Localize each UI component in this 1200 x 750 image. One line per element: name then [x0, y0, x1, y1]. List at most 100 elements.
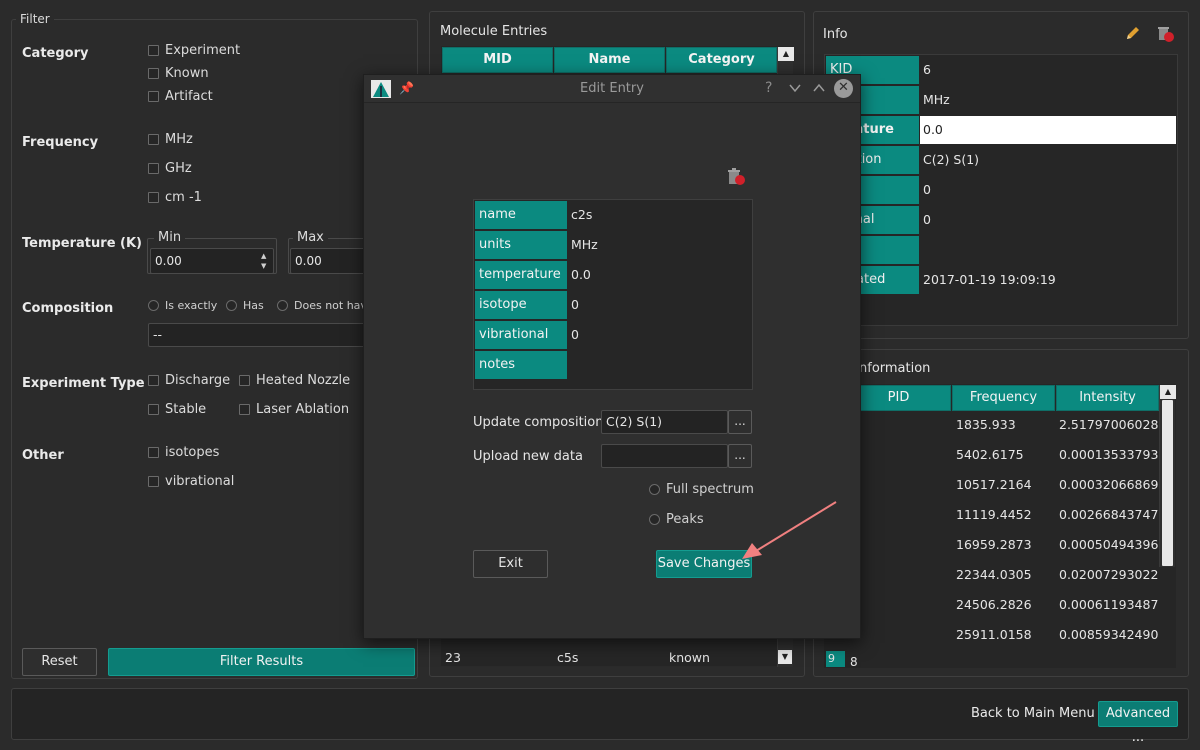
peak-frequency: 24506.2826: [956, 597, 1032, 612]
entry-key: units: [475, 231, 567, 259]
peak-frequency: 1835.933: [956, 417, 1016, 432]
scroll-thumb[interactable]: [1162, 400, 1173, 566]
peak-info-title: nformation: [859, 361, 931, 376]
column-header-frequency[interactable]: Frequency: [952, 385, 1055, 411]
temp-max-input[interactable]: 0.00: [290, 248, 366, 274]
entry-value[interactable]: 0: [568, 321, 748, 349]
column-header-pid[interactable]: PID: [846, 385, 951, 411]
upload-new-data-label: Upload new data: [473, 449, 583, 464]
checkbox-experiment[interactable]: Experiment: [148, 41, 240, 59]
checkbox-known[interactable]: Known: [148, 64, 209, 82]
filter-results-button[interactable]: Filter Results: [108, 648, 415, 676]
exit-button[interactable]: Exit: [473, 550, 548, 578]
peak-intensity: 2.51797006028...: [1059, 417, 1159, 432]
filter-panel: [11, 19, 418, 679]
info-value[interactable]: 0: [920, 206, 1176, 234]
temp-min-input[interactable]: 0.00 ▲ ▼: [150, 248, 274, 274]
info-value[interactable]: 0.0: [920, 116, 1176, 144]
peak-intensity: 0.00013533793...: [1059, 447, 1159, 462]
info-value[interactable]: 0: [920, 176, 1176, 204]
checkbox-discharge[interactable]: Discharge: [148, 371, 230, 389]
dialog-titlebar[interactable]: 📌 Edit Entry ? ✕: [364, 75, 860, 103]
peak-intensity: 0.00266843747...: [1059, 507, 1159, 522]
radio-has[interactable]: Has: [226, 296, 264, 314]
entry-value[interactable]: 0: [568, 291, 748, 319]
checkbox-artifact[interactable]: Artifact: [148, 87, 213, 105]
peak-row-index: 9: [826, 651, 845, 667]
column-header-name[interactable]: Name: [554, 47, 665, 73]
peak-intensity: 0.00061193487...: [1059, 597, 1159, 612]
info-title: Info: [823, 27, 848, 42]
other-label: Other: [22, 448, 64, 463]
category-label: Category: [22, 46, 89, 61]
peak-row-pid: 8: [850, 655, 858, 669]
minimize-icon[interactable]: [788, 81, 802, 95]
peak-frequency: 11119.4452: [956, 507, 1032, 522]
peak-intensity: 0.00859342490...: [1059, 627, 1159, 642]
entry-value[interactable]: 0.0: [568, 261, 748, 289]
molecule-row-name: c5s: [557, 650, 579, 665]
composition-browse-button[interactable]: ...: [728, 410, 752, 434]
column-header-mid[interactable]: MID: [442, 47, 553, 73]
info-value[interactable]: [920, 236, 1176, 264]
temperature-label: Temperature (K): [22, 236, 142, 251]
frequency-label: Frequency: [22, 135, 99, 150]
info-value[interactable]: MHz: [920, 86, 1176, 114]
checkbox-mhz[interactable]: MHz: [148, 130, 193, 148]
entry-key: vibrational: [475, 321, 567, 349]
spin-arrows-icon[interactable]: ▲ ▼: [261, 251, 271, 271]
peak-scrollbar[interactable]: ▲: [1159, 385, 1176, 567]
temp-max-label: Max: [293, 230, 328, 245]
upload-new-data-input[interactable]: [601, 444, 728, 468]
composition-label: Composition: [22, 301, 114, 316]
info-value[interactable]: C(2) S(1): [920, 146, 1176, 174]
maximize-icon[interactable]: [812, 81, 826, 95]
category-dropdown-icon[interactable]: ▼: [778, 650, 792, 664]
reset-button[interactable]: Reset: [22, 648, 97, 676]
back-to-main-menu-button[interactable]: Back to Main Menu: [966, 701, 1100, 727]
entry-value[interactable]: [568, 351, 748, 379]
checkbox-heated-nozzle[interactable]: Heated Nozzle: [239, 371, 350, 389]
peak-intensity: 0.00032066869...: [1059, 477, 1159, 492]
entry-key: isotope: [475, 291, 567, 319]
checkbox-isotopes[interactable]: isotopes: [148, 443, 219, 461]
help-icon[interactable]: ?: [765, 80, 772, 96]
update-composition-input[interactable]: C(2) S(1): [601, 410, 728, 434]
advanced-button[interactable]: Advanced ...: [1098, 701, 1178, 745]
molecule-row-category: known: [669, 650, 710, 665]
checkbox-cm1[interactable]: cm -1: [148, 188, 202, 206]
dialog-title: Edit Entry: [580, 81, 644, 96]
peak-frequency: 16959.2873: [956, 537, 1032, 552]
entry-key: name: [475, 201, 567, 229]
molecule-entries-title: Molecule Entries: [440, 24, 548, 39]
composition-input[interactable]: --: [148, 323, 366, 347]
temp-min-label: Min: [154, 230, 186, 245]
entry-key: notes: [475, 351, 567, 379]
scroll-up-icon[interactable]: ▲: [778, 47, 794, 61]
column-header-category[interactable]: Category: [666, 47, 777, 73]
info-value[interactable]: 2017-01-19 19:09:19: [920, 266, 1176, 294]
pencil-icon[interactable]: [1124, 24, 1142, 42]
peak-frequency: 5402.6175: [956, 447, 1024, 462]
delete-icon[interactable]: [1156, 24, 1176, 44]
delete-entry-icon[interactable]: [726, 166, 748, 188]
upload-browse-button[interactable]: ...: [728, 444, 752, 468]
experiment-type-label: Experiment Type: [22, 376, 145, 391]
entry-value[interactable]: MHz: [568, 231, 748, 259]
molecule-row-mid: 23: [445, 650, 461, 665]
checkbox-laser-ablation[interactable]: Laser Ablation: [239, 400, 349, 418]
radio-does-not-have[interactable]: Does not hav: [277, 296, 367, 314]
checkbox-ghz[interactable]: GHz: [148, 159, 192, 177]
entry-value[interactable]: c2s: [568, 201, 748, 229]
filter-legend: Filter: [16, 12, 54, 26]
radio-is-exactly[interactable]: Is exactly: [148, 296, 217, 314]
peak-frequency: 10517.2164: [956, 477, 1032, 492]
close-icon[interactable]: ✕: [834, 79, 853, 98]
info-value[interactable]: 6: [920, 56, 1176, 84]
radio-peaks[interactable]: Peaks: [649, 510, 704, 528]
checkbox-vibrational[interactable]: vibrational: [148, 472, 234, 490]
annotation-arrow: [742, 501, 837, 559]
checkbox-stable[interactable]: Stable: [148, 400, 206, 418]
scroll-up-icon[interactable]: ▲: [1160, 385, 1176, 399]
column-header-intensity[interactable]: Intensity: [1056, 385, 1159, 411]
